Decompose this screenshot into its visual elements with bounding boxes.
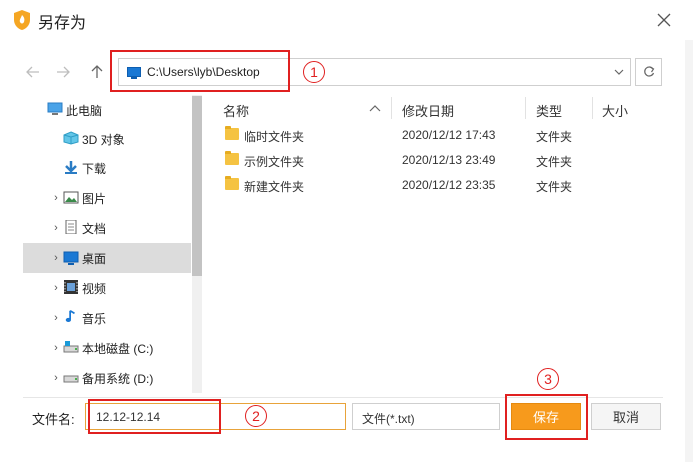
download-icon xyxy=(65,161,77,174)
window-edge xyxy=(685,40,693,462)
filetype-select[interactable]: 文件(*.txt) xyxy=(352,403,500,430)
tree-item-documents[interactable]: › 文档 xyxy=(23,213,191,243)
tree-item-3d-objects[interactable]: 3D 对象 xyxy=(23,124,191,154)
title-bar xyxy=(0,0,693,40)
music-icon xyxy=(65,309,75,322)
file-type: 文件夹 xyxy=(536,155,573,169)
column-name[interactable]: 名称 xyxy=(223,101,249,120)
tree-item-drive-c[interactable]: › 本地磁盘 (C:) xyxy=(23,333,191,363)
chevron-right-icon[interactable]: › xyxy=(51,192,61,204)
back-button[interactable] xyxy=(22,61,44,83)
tree-label: 本地磁盘 (C:) xyxy=(82,342,154,356)
column-size[interactable]: 大小 xyxy=(602,101,628,120)
tree-scrollbar-thumb[interactable] xyxy=(192,96,202,276)
tree-item-downloads[interactable]: 下载 xyxy=(23,153,191,183)
close-button[interactable] xyxy=(648,6,680,34)
file-modified: 2020/12/13 23:49 xyxy=(402,153,496,167)
pictures-icon xyxy=(63,191,79,204)
annotation-box-save xyxy=(505,394,588,440)
tree-item-videos[interactable]: › 视频 xyxy=(23,273,191,303)
tree-label: 音乐 xyxy=(82,312,107,326)
chevron-right-icon[interactable]: › xyxy=(51,252,61,264)
column-type[interactable]: 类型 xyxy=(536,101,562,120)
chevron-right-icon[interactable]: › xyxy=(51,282,61,294)
app-logo-icon xyxy=(14,10,30,30)
file-type: 文件夹 xyxy=(536,180,573,194)
folder-icon xyxy=(225,151,239,165)
tree-item-music[interactable]: › 音乐 xyxy=(23,303,191,333)
refresh-button[interactable] xyxy=(635,58,662,86)
annotation-box-filename xyxy=(88,399,221,434)
tree-item-this-pc[interactable]: 此电脑 xyxy=(23,95,191,125)
drive-icon xyxy=(63,341,79,353)
file-name: 示例文件夹 xyxy=(244,155,305,169)
tree-label: 图片 xyxy=(82,192,107,206)
arrow-left-icon xyxy=(26,66,39,78)
computer-icon xyxy=(47,102,63,115)
desktop-icon xyxy=(63,251,79,265)
annotation-step-2: 2 xyxy=(245,405,267,427)
tree-label: 下载 xyxy=(82,162,107,176)
arrow-right-icon xyxy=(57,66,70,78)
cancel-button[interactable]: 取消 xyxy=(591,403,661,430)
chevron-right-icon[interactable]: › xyxy=(51,222,61,234)
window-title: 另存为 xyxy=(38,15,87,32)
folder-icon xyxy=(225,126,239,140)
tree-item-drive-d[interactable]: › 备用系统 (D:) xyxy=(23,363,191,393)
drive-icon xyxy=(63,375,79,383)
tree-label: 文档 xyxy=(82,222,107,236)
file-type: 文件夹 xyxy=(536,130,573,144)
file-name: 新建文件夹 xyxy=(244,180,305,194)
file-row[interactable]: 新建文件夹 2020/12/12 23:35 文件夹 xyxy=(212,173,662,198)
tree-item-pictures[interactable]: › 图片 xyxy=(23,183,191,213)
chevron-down-icon[interactable] xyxy=(613,65,625,79)
arrow-up-icon xyxy=(91,65,103,78)
videos-icon xyxy=(64,280,78,294)
chevron-right-icon[interactable]: › xyxy=(51,342,61,354)
filename-label: 文件名: xyxy=(32,412,75,427)
file-modified: 2020/12/12 17:43 xyxy=(402,128,496,142)
filetype-value: 文件(*.txt) xyxy=(362,412,415,426)
sort-up-icon xyxy=(369,105,381,112)
annotation-box-address xyxy=(110,50,290,92)
3d-objects-icon xyxy=(63,131,79,145)
documents-icon xyxy=(65,220,77,234)
tree-label: 桌面 xyxy=(82,252,107,266)
file-modified: 2020/12/12 23:35 xyxy=(402,178,496,192)
tree-label: 3D 对象 xyxy=(82,133,125,147)
tree-label: 备用系统 (D:) xyxy=(82,372,154,386)
forward-button[interactable] xyxy=(52,61,74,83)
up-button[interactable] xyxy=(86,61,108,83)
tree-item-desktop[interactable]: › 桌面 xyxy=(23,243,191,273)
file-list-header: 名称 修改日期 类型 大小 xyxy=(212,95,662,121)
column-separator[interactable] xyxy=(391,97,392,119)
chevron-right-icon[interactable]: › xyxy=(51,372,61,384)
file-row[interactable]: 示例文件夹 2020/12/13 23:49 文件夹 xyxy=(212,148,662,173)
tree-label: 视频 xyxy=(82,282,107,296)
column-separator[interactable] xyxy=(525,97,526,119)
chevron-right-icon[interactable]: › xyxy=(51,312,61,324)
file-name: 临时文件夹 xyxy=(244,130,305,144)
tree-label: 此电脑 xyxy=(66,104,103,118)
column-modified[interactable]: 修改日期 xyxy=(402,101,454,120)
close-icon xyxy=(657,13,671,27)
column-separator[interactable] xyxy=(592,97,593,119)
annotation-step-3: 3 xyxy=(537,368,559,390)
navigation-tree: 此电脑 3D 对象 下载 › 图片 › 文档 › 桌面 › 视频 › 音乐 › … xyxy=(23,95,203,395)
annotation-step-1: 1 xyxy=(303,61,325,83)
refresh-icon xyxy=(643,66,654,77)
folder-icon xyxy=(225,176,239,190)
file-row[interactable]: 临时文件夹 2020/12/12 17:43 文件夹 xyxy=(212,123,662,148)
